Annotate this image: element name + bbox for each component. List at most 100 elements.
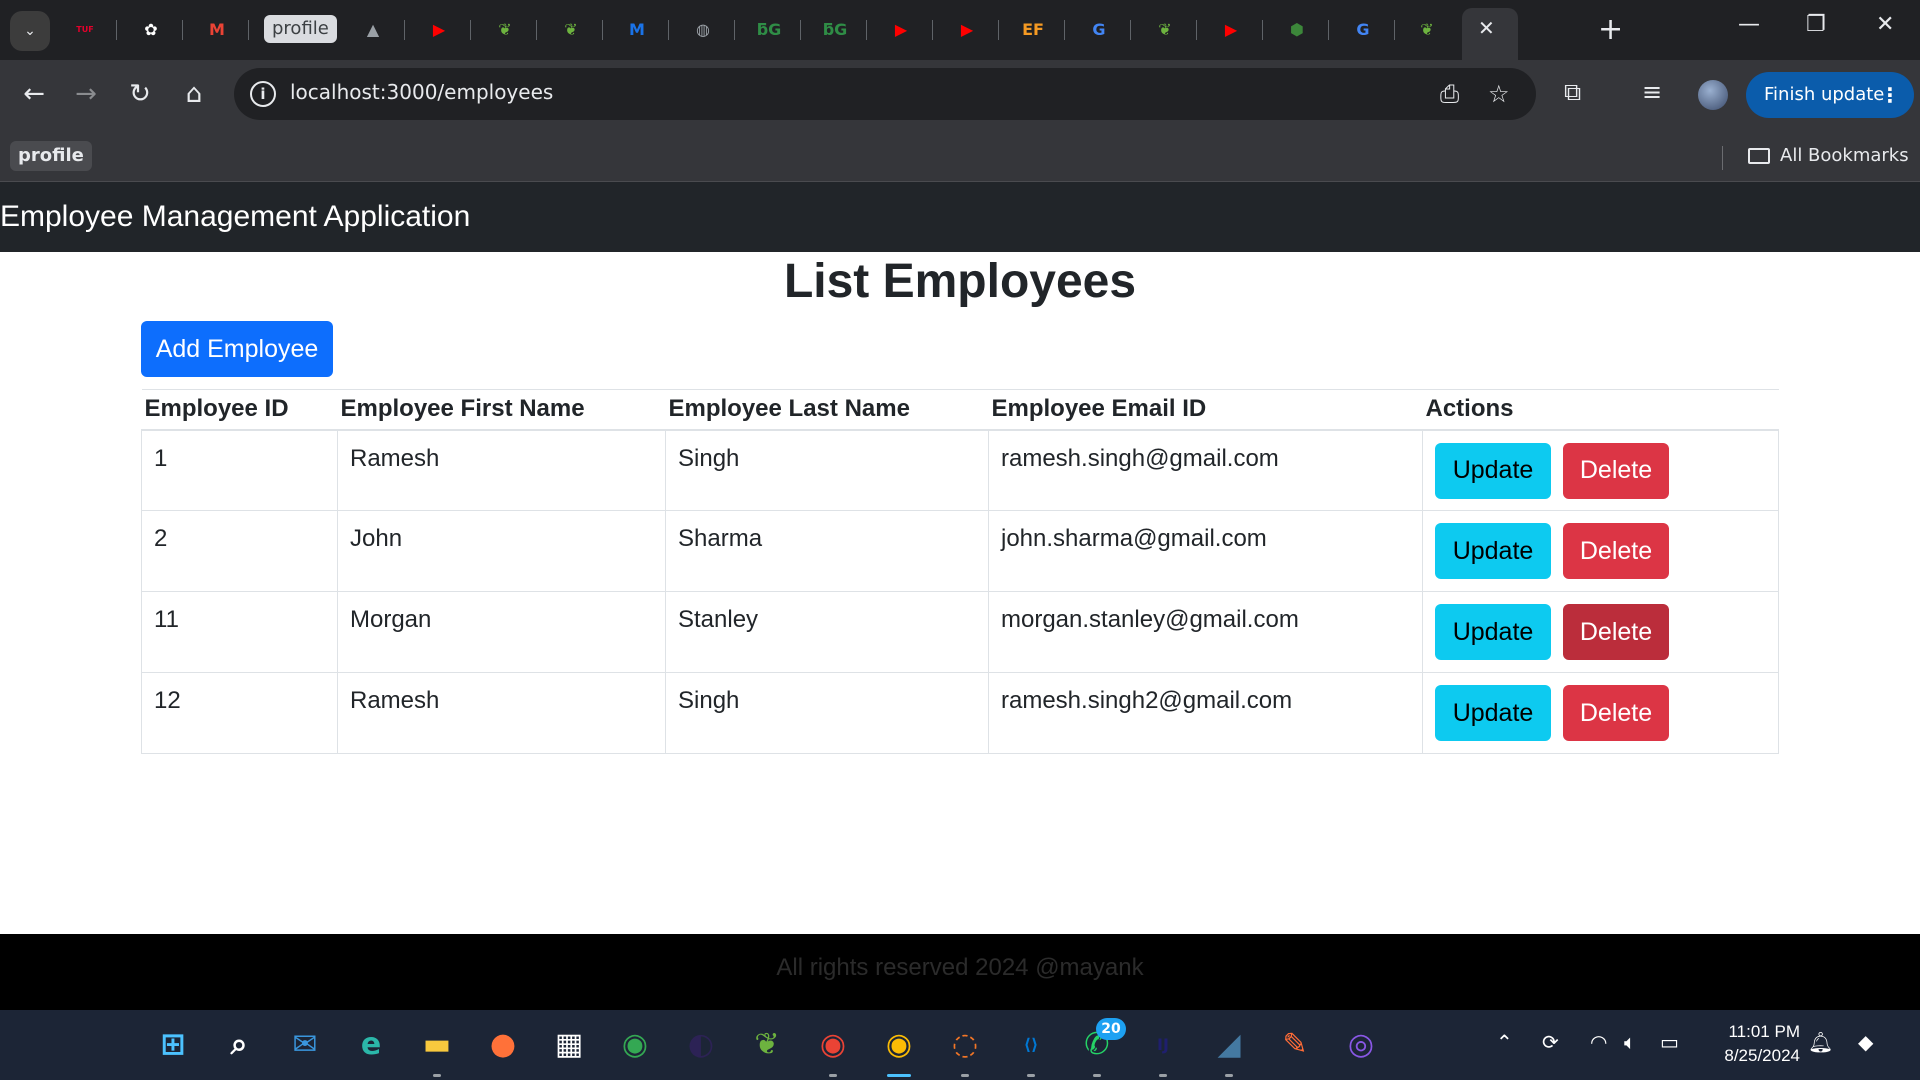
bookmark-star-icon[interactable]: ☆ [1488,80,1510,108]
tab-separator [734,20,735,40]
update-button[interactable]: Update [1435,604,1551,660]
google-icon[interactable]: G [1350,16,1376,42]
windows-start-icon[interactable]: ⊞ [153,1024,193,1064]
sync-icon[interactable]: ⟳ [1542,1030,1559,1054]
running-indicator [887,1074,911,1077]
cell-last-name: Singh [665,429,989,511]
chrome-profile-icon[interactable]: ◉ [813,1024,853,1064]
cell-email: morgan.stanley@gmail.com [988,591,1423,673]
gfg-icon[interactable]: ƃG [756,16,782,42]
cell-first-name: Ramesh [337,672,666,754]
ms-store-icon[interactable]: ▦ [549,1024,589,1064]
cell-last-name: Sharma [665,510,989,592]
battery-icon[interactable]: ▭ [1660,1030,1679,1054]
tab-separator [1262,20,1263,40]
tab-separator [932,20,933,40]
intellij-icon[interactable]: IJ [1143,1024,1183,1064]
whatsapp-notification-badge: 20 [1096,1018,1126,1040]
jupyter-icon[interactable]: ◌ [945,1024,985,1064]
spring-icon[interactable]: ❦ [1152,16,1178,42]
postman-icon[interactable]: ✎ [1275,1024,1315,1064]
tab-separator [1196,20,1197,40]
chatgpt-icon[interactable]: ✿ [138,16,164,42]
more-menu-icon[interactable]: ⋮ [1880,72,1900,118]
youtube-icon[interactable]: ▶ [1218,16,1244,42]
finish-update-button[interactable]: Finish update ⋮ [1746,72,1914,118]
address-bar[interactable]: i localhost:3000/employees ⎙ ☆ [234,68,1536,120]
eclipse-icon[interactable]: ◐ [681,1024,721,1064]
cell-email: ramesh.singh2@gmail.com [988,672,1423,754]
reload-icon[interactable]: ↻ [124,78,156,110]
app-footer: All rights reserved 2024 @mayank [0,934,1920,1010]
spring-tool-icon[interactable]: ❦ [747,1024,787,1064]
tab-separator [1064,20,1065,40]
site-info-icon[interactable]: i [250,81,276,107]
app-brand[interactable]: Employee Management Application [0,200,470,234]
reading-list-icon[interactable]: ≡ [1642,78,1662,106]
tab-search-button[interactable]: ⌄ [10,11,50,51]
forward-icon[interactable]: → [70,78,102,110]
spring-icon[interactable]: ❦ [558,16,584,42]
close-tab-icon[interactable]: ✕ [1478,16,1495,40]
system-clock[interactable]: 11:01 PM 8/25/2024 [1710,1020,1800,1068]
tab-separator [116,20,117,40]
firefox-icon[interactable]: ● [483,1024,523,1064]
mysql-dolphin-icon[interactable]: ◢ [1209,1024,1249,1064]
show-hidden-icons-chevron-icon[interactable]: ⌃ [1496,1030,1513,1054]
search-icon[interactable]: ⌕ [219,1024,259,1064]
delete-button[interactable]: Delete [1563,523,1669,579]
new-tab-button[interactable]: + [1598,12,1623,47]
home-icon[interactable]: ⌂ [178,78,210,110]
notification-bell-icon[interactable]: 🔔︎ [1808,1030,1833,1054]
gfg-icon[interactable]: ƃG [822,16,848,42]
youtube-icon[interactable]: ▶ [888,16,914,42]
running-indicator [961,1074,969,1077]
all-bookmarks-button[interactable]: All Bookmarks [1748,145,1909,166]
delete-button[interactable]: Delete [1563,442,1669,499]
delete-button[interactable]: Delete [1563,604,1669,660]
update-button[interactable]: Update [1435,685,1551,741]
ef-icon[interactable]: EF [1020,16,1046,42]
close-window-icon[interactable]: ✕ [1876,12,1894,37]
gmail-icon[interactable]: M [204,16,230,42]
back-icon[interactable]: ← [18,78,50,110]
update-button[interactable]: Update [1435,442,1551,499]
profile-avatar[interactable] [1698,80,1728,110]
delete-button[interactable]: Delete [1563,685,1669,741]
vscode-icon[interactable]: ⟨⟩ [1011,1024,1051,1064]
wifi-icon[interactable]: ◠ [1590,1030,1607,1054]
url-text[interactable]: localhost:3000/employees [290,80,553,104]
running-indicator [1159,1074,1167,1077]
google-icon[interactable]: G [1086,16,1112,42]
install-app-icon[interactable]: ⎙ [1440,80,1459,108]
update-button[interactable]: Update [1435,523,1551,579]
spring-icon[interactable]: ❦ [1414,16,1440,42]
restore-icon[interactable]: ❐ [1806,12,1826,37]
cell-actions: Update Delete [1422,510,1779,592]
node-icon[interactable]: ⬢ [1284,16,1310,42]
chrome-icon[interactable]: ◉ [615,1024,655,1064]
chrome-active-icon[interactable]: ◉ [879,1024,919,1064]
minimize-icon[interactable]: — [1738,12,1760,37]
extensions-icon[interactable]: ⧉ [1564,78,1581,106]
table-row: 1 Ramesh Singh ramesh.singh@gmail.com Up… [141,429,1779,511]
volume-icon[interactable]: 🔈︎ [1624,1030,1636,1054]
chevron-down-icon: ⌄ [24,23,36,39]
tab-profile[interactable]: profile [264,15,337,43]
header-email: Employee Email ID [988,389,1423,431]
tuf-icon[interactable]: TUF [72,16,98,42]
globe-icon[interactable]: ◍ [690,16,716,42]
copilot-icon[interactable]: ◆ [1858,1030,1873,1054]
youtube-icon[interactable]: ▶ [426,16,452,42]
mba-icon[interactable]: M [624,16,650,42]
file-explorer-icon[interactable]: ▬ [417,1024,457,1064]
youtube-icon[interactable]: ▶ [954,16,980,42]
spring-icon[interactable]: ❦ [492,16,518,42]
bookmark-profile[interactable]: profile [10,141,92,171]
edge-icon[interactable]: e [351,1024,391,1064]
mail-icon[interactable]: ✉ [285,1024,325,1064]
github-icon[interactable]: ◎ [1341,1024,1381,1064]
mountain-icon[interactable]: ▲ [360,16,386,42]
add-employee-button[interactable]: Add Employee [141,321,333,377]
cell-last-name: Stanley [665,591,989,673]
